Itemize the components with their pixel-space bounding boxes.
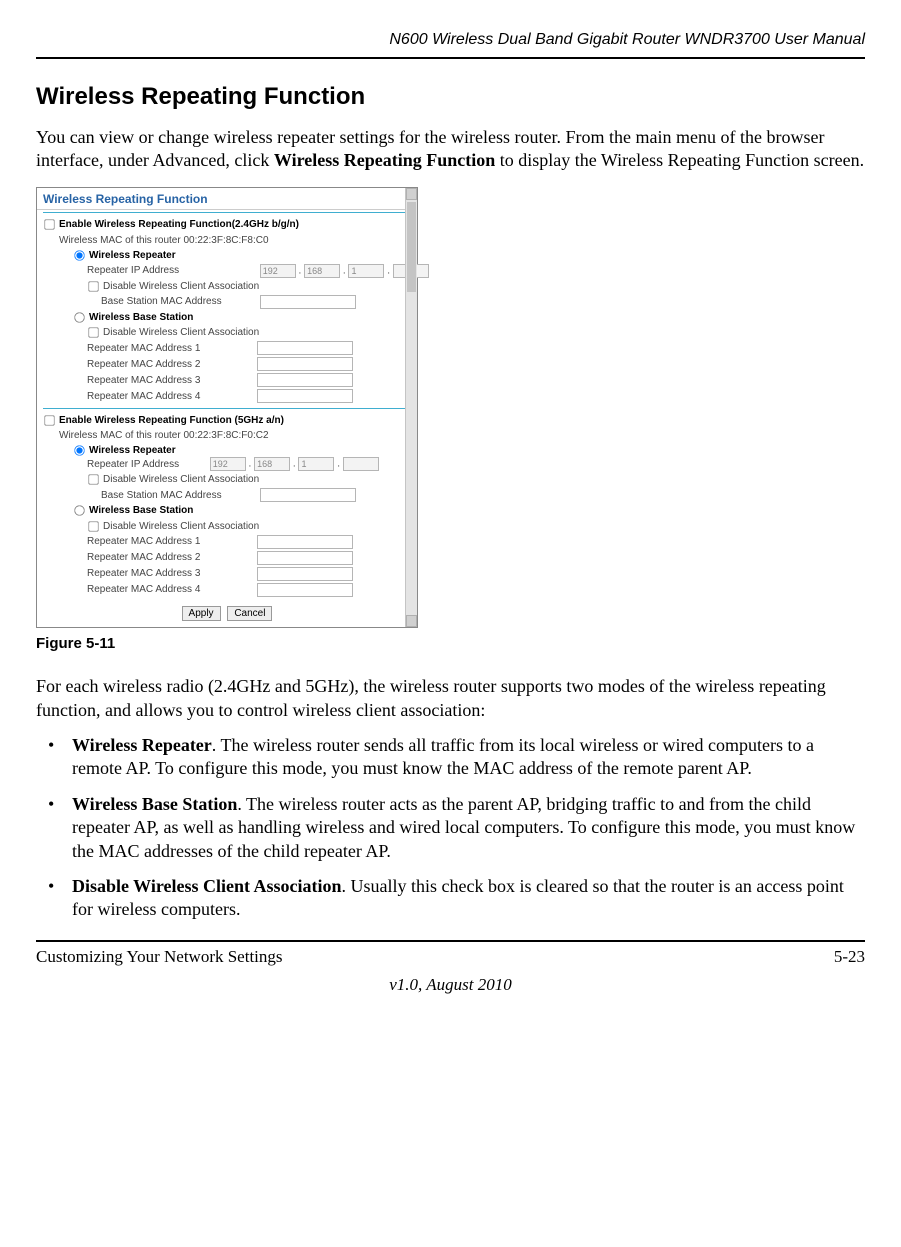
- rep-mac4-5-label: Repeater MAC Address 4: [87, 583, 257, 596]
- base-5-radio[interactable]: [74, 506, 84, 516]
- base-5-option: Wireless Base Station: [89, 506, 193, 517]
- apply-button[interactable]: Apply: [182, 606, 221, 621]
- figure-caption: Figure 5-11: [36, 634, 865, 654]
- rep-mac1-24-input[interactable]: [257, 341, 353, 355]
- ip-24-oct3[interactable]: [348, 264, 384, 278]
- scrollbar[interactable]: [405, 188, 417, 627]
- ip-5-oct3[interactable]: [298, 457, 334, 471]
- rep-mac2-24-input[interactable]: [257, 357, 353, 371]
- scroll-up-arrow-icon[interactable]: [406, 188, 417, 200]
- rep-mac2-5-label: Repeater MAC Address 2: [87, 551, 257, 564]
- cancel-button[interactable]: Cancel: [227, 606, 272, 621]
- enable-24-row: Enable Wireless Repeating Function(2.4GH…: [43, 217, 411, 232]
- enable-24-checkbox[interactable]: [44, 220, 54, 230]
- ip-5-oct1[interactable]: [210, 457, 246, 471]
- rep-mac1-24-label: Repeater MAC Address 1: [87, 342, 257, 355]
- base-mac-24-label: Base Station MAC Address: [101, 295, 257, 308]
- rep-mac3-5-label: Repeater MAC Address 3: [87, 567, 257, 580]
- enable-5-row: Enable Wireless Repeating Function (5GHz…: [43, 413, 411, 428]
- disable-assoc-24-checkbox[interactable]: [88, 281, 98, 291]
- mac-5-label: Wireless MAC of this router 00:22:3F:8C:…: [43, 428, 411, 443]
- running-header: N600 Wireless Dual Band Gigabit Router W…: [36, 30, 865, 57]
- rep-mac4-24-input[interactable]: [257, 389, 353, 403]
- screenshot-figure: Wireless Repeating Function Enable Wirel…: [36, 187, 418, 628]
- repeater-24-radio[interactable]: [74, 250, 84, 260]
- disable-assoc-24b-checkbox[interactable]: [88, 327, 98, 337]
- rep-mac1-5-input[interactable]: [257, 535, 353, 549]
- footer-divider: [36, 940, 865, 942]
- ip-5-oct4[interactable]: [343, 457, 379, 471]
- bullet-list: Wireless Repeater. The wireless router s…: [36, 734, 865, 922]
- repeater-ip-24-label: Repeater IP Address: [87, 264, 257, 277]
- scroll-thumb[interactable]: [407, 202, 416, 292]
- disable-assoc-24b-label: Disable Wireless Client Association: [103, 327, 259, 338]
- footer-left: Customizing Your Network Settings: [36, 946, 283, 968]
- repeater-5-radio[interactable]: [74, 446, 84, 456]
- intro-bold-term: Wireless Repeating Function: [274, 150, 495, 170]
- mac-24-label: Wireless MAC of this router 00:22:3F:8C:…: [43, 233, 411, 248]
- base-mac-24-input[interactable]: [260, 295, 356, 309]
- bullet-bold: Wireless Base Station: [72, 794, 237, 814]
- base-24-option: Wireless Base Station: [89, 312, 193, 323]
- ip-5-oct2[interactable]: [254, 457, 290, 471]
- screenshot-title: Wireless Repeating Function: [37, 188, 417, 211]
- disable-assoc-5b-checkbox[interactable]: [88, 521, 98, 531]
- intro-text-after: to display the Wireless Repeating Functi…: [495, 150, 864, 170]
- intro-paragraph: You can view or change wireless repeater…: [36, 126, 865, 173]
- rep-mac2-5-input[interactable]: [257, 551, 353, 565]
- rep-mac4-24-label: Repeater MAC Address 4: [87, 390, 257, 403]
- disable-assoc-5-label: Disable Wireless Client Association: [103, 474, 259, 485]
- base-24-radio[interactable]: [74, 312, 84, 322]
- enable-5-label: Enable Wireless Repeating Function (5GHz…: [59, 415, 284, 426]
- rep-mac1-5-label: Repeater MAC Address 1: [87, 535, 257, 548]
- repeater-24-option: Wireless Repeater: [89, 250, 176, 261]
- rep-mac2-24-label: Repeater MAC Address 2: [87, 358, 257, 371]
- ip-24-oct2[interactable]: [304, 264, 340, 278]
- body-paragraph-1: For each wireless radio (2.4GHz and 5GHz…: [36, 675, 865, 722]
- enable-5-checkbox[interactable]: [44, 415, 54, 425]
- disable-assoc-5-checkbox[interactable]: [88, 475, 98, 485]
- footer-version: v1.0, August 2010: [36, 974, 865, 996]
- list-item: Disable Wireless Client Association. Usu…: [36, 875, 865, 922]
- header-divider: [36, 57, 865, 59]
- rep-mac3-5-input[interactable]: [257, 567, 353, 581]
- footer-page-number: 5-23: [834, 946, 865, 968]
- list-item: Wireless Base Station. The wireless rout…: [36, 793, 865, 863]
- bullet-bold: Disable Wireless Client Association: [72, 876, 342, 896]
- rep-mac3-24-label: Repeater MAC Address 3: [87, 374, 257, 387]
- rep-mac4-5-input[interactable]: [257, 583, 353, 597]
- enable-24-label: Enable Wireless Repeating Function(2.4GH…: [59, 220, 299, 231]
- repeater-ip-5-label: Repeater IP Address: [87, 458, 207, 471]
- base-mac-5-input[interactable]: [260, 488, 356, 502]
- disable-assoc-5b-label: Disable Wireless Client Association: [103, 521, 259, 532]
- footer-row: Customizing Your Network Settings 5-23: [36, 946, 865, 968]
- section-title: Wireless Repeating Function: [36, 81, 865, 112]
- bullet-bold: Wireless Repeater: [72, 735, 212, 755]
- repeater-5-option: Wireless Repeater: [89, 445, 176, 456]
- scroll-down-arrow-icon[interactable]: [406, 615, 417, 627]
- list-item: Wireless Repeater. The wireless router s…: [36, 734, 865, 781]
- disable-assoc-24-label: Disable Wireless Client Association: [103, 281, 259, 292]
- base-mac-5-label: Base Station MAC Address: [101, 489, 257, 502]
- ip-24-oct1[interactable]: [260, 264, 296, 278]
- rep-mac3-24-input[interactable]: [257, 373, 353, 387]
